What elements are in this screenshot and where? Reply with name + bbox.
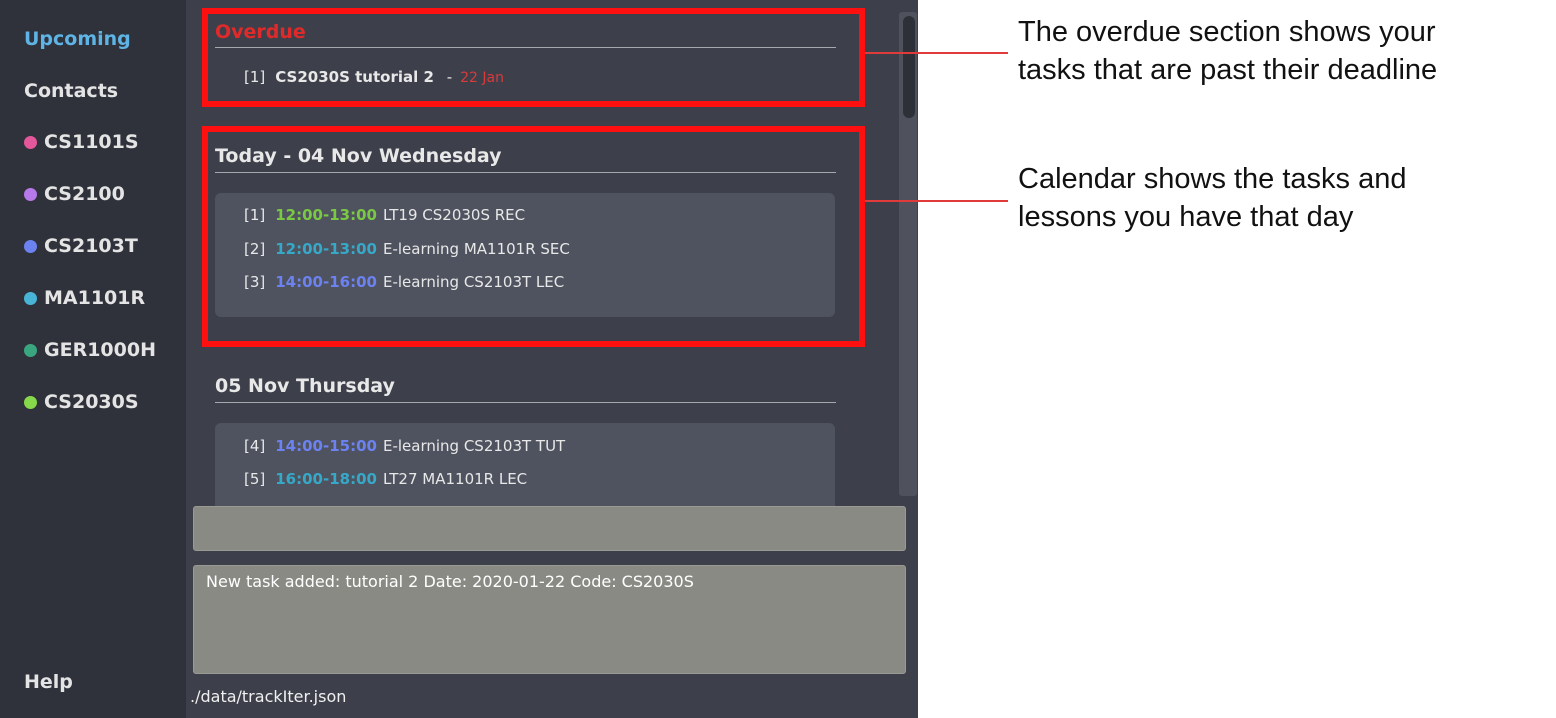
calendar-annotation-line: Calendar shows the tasks and [1018, 163, 1407, 195]
upcoming-panel: Overdue [1] CS2030S tutorial 2 -22 Jan To… [186, 0, 918, 718]
result-text: New task added: tutorial 2 Date: 2020-01… [206, 572, 694, 591]
divider [215, 402, 836, 403]
sidebar-item-module-ger1000h[interactable]: GER1000H [24, 336, 156, 364]
sidebar-item-module-cs2030s[interactable]: CS2030S [24, 388, 139, 416]
module-dot-icon [24, 344, 37, 357]
module-dot-icon [24, 136, 37, 149]
module-dot-icon [24, 396, 37, 409]
event-desc: LT27 MA1101R LEC [382, 470, 528, 488]
event-time: 14:00-15:00 [275, 437, 377, 455]
event-time: 16:00-18:00 [275, 470, 377, 488]
event-index: [4] [244, 437, 266, 455]
overdue-annotation-line: The overdue section shows your [1018, 16, 1436, 48]
app-window: Upcoming Contacts CS1101S CS2100 CS2103T… [0, 0, 918, 718]
event-desc: E-learning CS2103T TUT [382, 437, 566, 455]
sidebar-item-upcoming[interactable]: Upcoming [24, 25, 131, 53]
event-item: [5] 16:00-18:00 LT27 MA1101R LEC [244, 466, 527, 492]
overdue-annotation-connector [865, 52, 1008, 54]
event-item: [4] 14:00-15:00 E-learning CS2103T TUT [244, 433, 565, 459]
overdue-annotation: The overdue section shows your tasks tha… [1018, 13, 1548, 89]
result-display: New task added: tutorial 2 Date: 2020-01… [193, 565, 906, 674]
status-bar-path: ./data/trackIter.json [190, 687, 347, 706]
module-dot-icon [24, 292, 37, 305]
scrollbar-thumb[interactable] [903, 16, 915, 118]
sidebar-item-help[interactable]: Help [24, 668, 73, 696]
sidebar-item-module-cs1101s[interactable]: CS1101S [24, 128, 139, 156]
module-label: GER1000H [44, 339, 156, 361]
calendar-highlight-box [202, 126, 865, 347]
overdue-highlight-box [202, 8, 865, 107]
day-section-title: 05 Nov Thursday [215, 375, 395, 397]
calendar-annotation-line: lessons you have that day [1018, 201, 1354, 233]
sidebar-item-contacts[interactable]: Contacts [24, 77, 118, 105]
sidebar-item-module-cs2103t[interactable]: CS2103T [24, 232, 138, 260]
module-label: CS1101S [44, 131, 139, 153]
module-dot-icon [24, 188, 37, 201]
module-label: CS2100 [44, 183, 125, 205]
command-input[interactable] [193, 506, 906, 551]
module-label: MA1101R [44, 287, 146, 309]
calendar-annotation: Calendar shows the tasks and lessons you… [1018, 160, 1548, 236]
module-label: CS2103T [44, 235, 138, 257]
sidebar-item-module-ma1101r[interactable]: MA1101R [24, 284, 145, 312]
sidebar: Upcoming Contacts CS1101S CS2100 CS2103T… [0, 0, 186, 718]
sidebar-item-module-cs2100[interactable]: CS2100 [24, 180, 125, 208]
overdue-annotation-line: tasks that are past their deadline [1018, 54, 1438, 86]
module-label: CS2030S [44, 391, 139, 413]
module-dot-icon [24, 240, 37, 253]
calendar-annotation-connector [865, 200, 1008, 202]
event-index: [5] [244, 470, 266, 488]
